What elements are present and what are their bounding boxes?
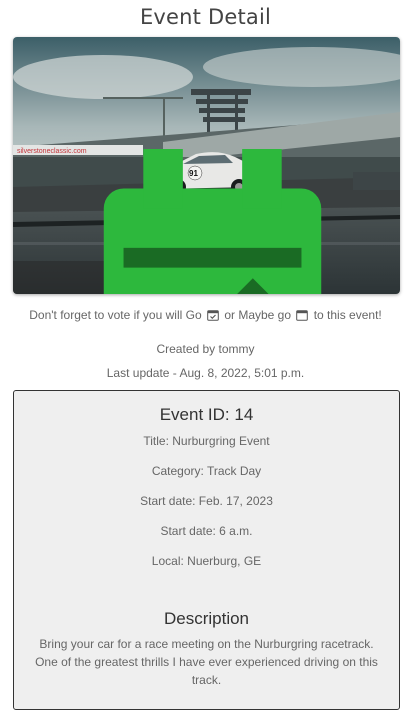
page-title: Event Detail [139,5,272,29]
created-by: Created by tommy [156,342,255,356]
calendar-check-icon [207,310,219,321]
vote-hint: Don't forget to vote if you will Go or M… [0,306,411,324]
event-category: Category: Track Day [151,464,262,478]
event-location: Local: Nuerburg, GE [151,554,262,568]
calendar-check-icon [103,149,322,294]
description-text: Bring your car for a race meeting on the… [35,637,378,687]
event-id: Event ID: 14 [159,405,254,424]
event-details-card: Event ID: 14 Title: Nurburgring Event Ca… [13,390,400,710]
calendar-icon [296,310,309,321]
vote-hint-part3: to this event! [313,308,382,322]
event-title: Title: Nurburgring Event [143,434,270,448]
vote-summary: 2 0 [13,149,322,294]
event-photo: silverstoneclassic.com 91 [13,37,400,294]
going-votes[interactable]: 2 [19,149,400,294]
last-update: Last update - Aug. 8, 2022, 5:01 p.m. [106,366,305,380]
event-start-date: Start date: Feb. 17, 2023 [140,494,273,508]
event-start-time: Start date: 6 a.m. [160,524,253,538]
description-heading: Description [163,609,250,628]
vote-hint-part2: or Maybe go [224,308,292,322]
vote-hint-part1: Don't forget to vote if you will Go [29,308,202,322]
